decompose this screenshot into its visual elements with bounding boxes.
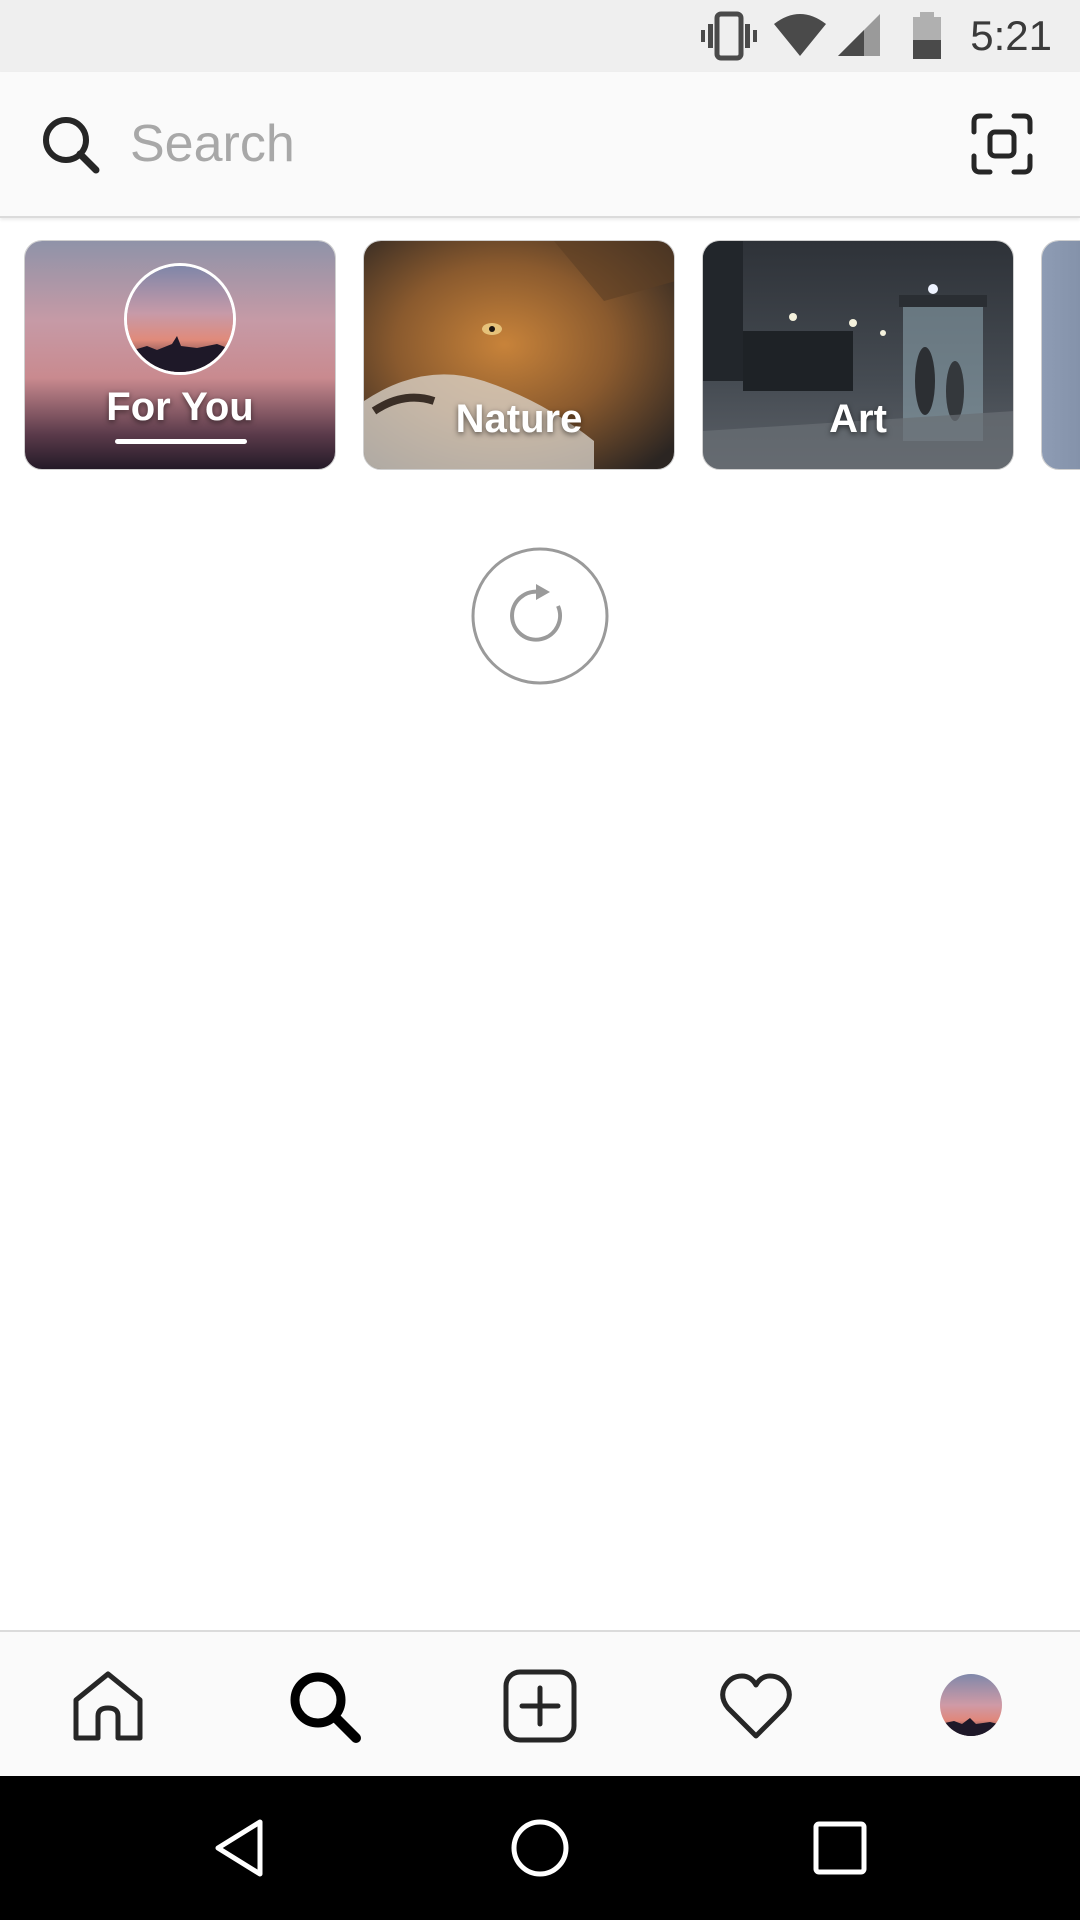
bottom-nav [0, 1630, 1080, 1778]
status-time: 5:21 [970, 12, 1052, 59]
profile-avatar[interactable] [940, 1674, 1002, 1736]
add-post-icon[interactable] [502, 1668, 578, 1744]
search-input[interactable] [130, 106, 910, 182]
cell-signal-icon [836, 10, 882, 67]
category-carousel: For You Nature Art [0, 240, 1080, 472]
scan-icon[interactable] [970, 112, 1034, 176]
wifi-icon [772, 10, 828, 67]
recents-icon[interactable] [808, 1816, 872, 1880]
search-icon[interactable] [40, 114, 102, 176]
battery-icon [910, 10, 944, 67]
category-tile-nature[interactable]: Nature [363, 240, 675, 470]
category-label: Nature [455, 397, 583, 441]
search-header [0, 72, 1080, 218]
category-tile-next[interactable] [1041, 240, 1080, 470]
category-tile-for-you[interactable]: For You [24, 240, 336, 470]
search-icon[interactable] [286, 1668, 362, 1744]
vibrate-icon [700, 10, 758, 67]
back-icon[interactable] [210, 1816, 274, 1880]
tile-background [1042, 241, 1080, 469]
system-nav-bar [0, 1776, 1080, 1920]
heart-icon[interactable] [718, 1668, 794, 1744]
home-circle-icon[interactable] [508, 1816, 572, 1880]
home-icon[interactable] [70, 1668, 146, 1744]
status-bar: 5:21 [0, 0, 1080, 72]
explore-screen: 5:21 Search For You Nature Art [0, 0, 1080, 1920]
reload-icon[interactable] [470, 546, 610, 686]
selected-underline [115, 439, 247, 444]
category-tile-art[interactable]: Art [702, 240, 1014, 470]
category-label: Art [829, 397, 887, 441]
category-label: For You [106, 385, 254, 429]
for-you-avatar [124, 263, 236, 375]
